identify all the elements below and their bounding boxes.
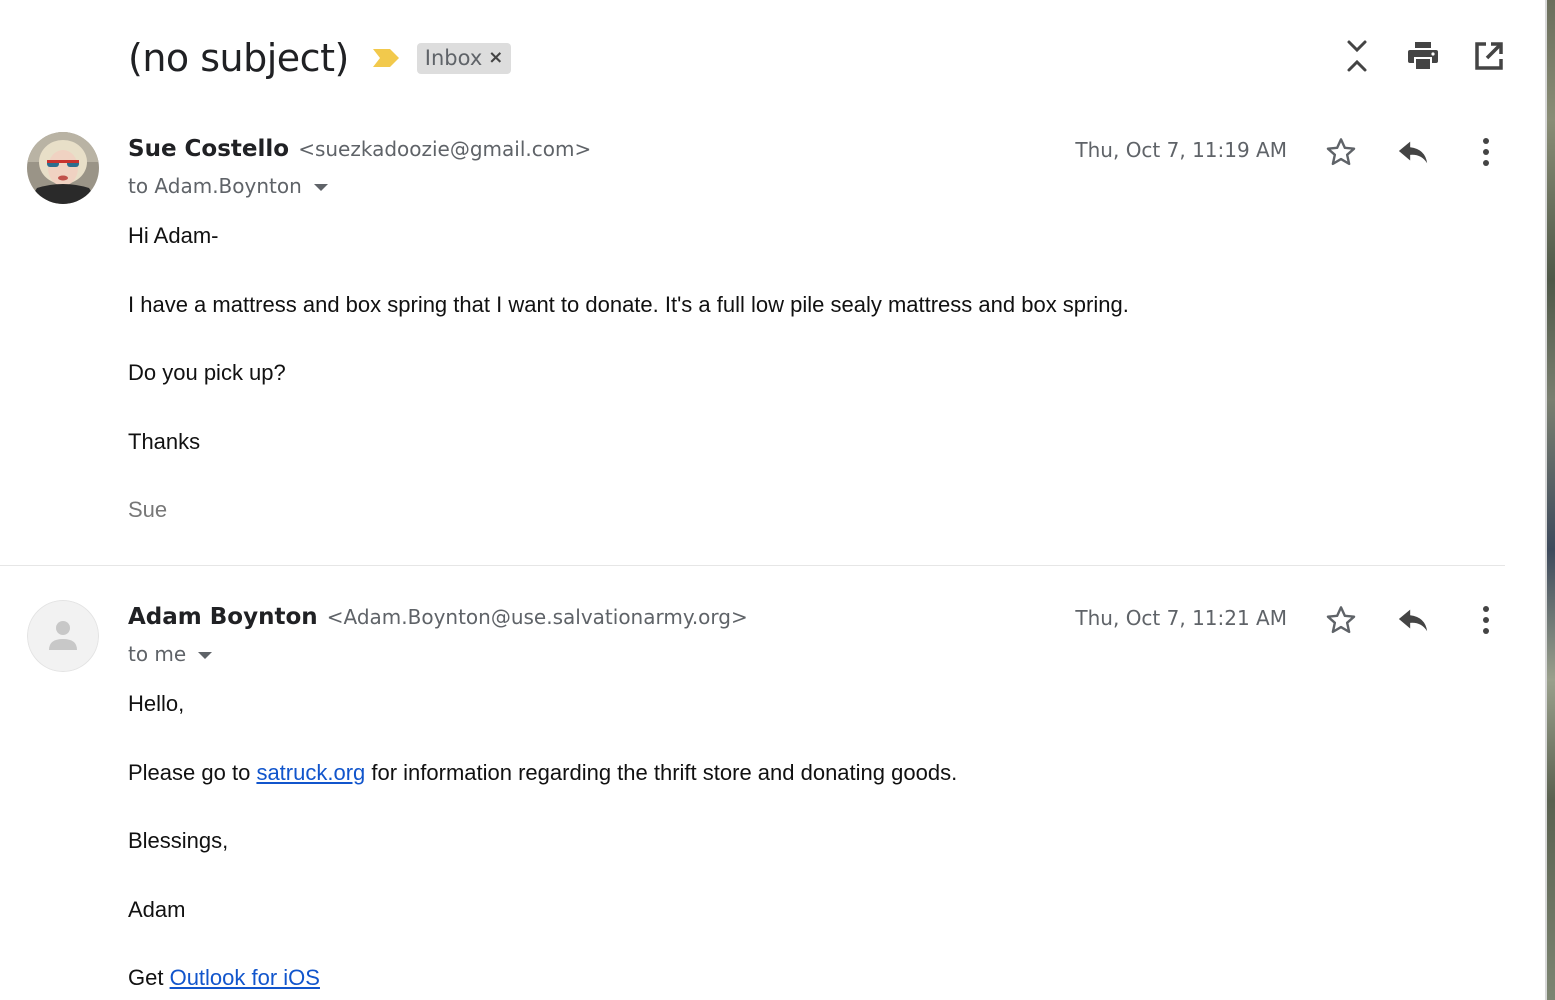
body-paragraph: Hello, — [128, 691, 185, 716]
body-paragraph: Do you pick up? — [128, 360, 286, 385]
sender-line: Adam Boynton <Adam.Boynton@use.salvation… — [128, 604, 748, 630]
body-text: Please go to — [128, 759, 257, 785]
message-timestamp: Thu, Oct 7, 11:21 AM — [1075, 606, 1287, 630]
message-actions — [1305, 602, 1505, 638]
sender-avatar[interactable] — [27, 600, 99, 672]
recipients-text: to Adam.Boynton — [128, 174, 302, 198]
reply-icon[interactable] — [1397, 134, 1429, 170]
recipients-toggle[interactable]: to Adam.Boynton — [128, 174, 328, 198]
chevron-down-icon — [198, 651, 213, 659]
more-options-icon[interactable] — [1470, 134, 1502, 170]
background-edge-strip — [1547, 0, 1555, 1000]
expand-collapse-icon[interactable] — [1341, 38, 1373, 74]
body-paragraph: Hi Adam- — [128, 223, 219, 248]
message-body: Hello, Please go to satruck.org for info… — [128, 690, 957, 1000]
message-actions — [1305, 134, 1505, 170]
message-timestamp: Thu, Oct 7, 11:19 AM — [1075, 138, 1287, 162]
sender-line: Sue Costello <suezkadoozie@gmail.com> — [128, 136, 591, 162]
importance-marker-icon[interactable] — [371, 45, 401, 71]
message-body: Hi Adam- I have a mattress and box sprin… — [128, 222, 1129, 565]
inbox-label-chip: Inbox × — [416, 42, 512, 74]
star-icon[interactable] — [1325, 134, 1357, 170]
body-paragraph: I have a mattress and box spring that I … — [128, 291, 1129, 317]
outlook-ios-link[interactable]: Outlook for iOS — [170, 965, 320, 990]
satruck-link[interactable]: satruck.org — [256, 760, 365, 785]
label-chip-text: Inbox — [424, 45, 483, 70]
more-options-icon[interactable] — [1470, 602, 1502, 638]
body-paragraph: Get Outlook for iOS — [128, 964, 957, 992]
body-paragraph: Blessings, — [128, 828, 229, 853]
sender-name[interactable]: Sue Costello — [128, 136, 289, 162]
recipients-toggle[interactable]: to me — [128, 642, 213, 666]
star-icon[interactable] — [1325, 602, 1357, 638]
body-text: for information regarding the thrift sto… — [365, 759, 958, 785]
remove-label-button[interactable]: × — [488, 47, 503, 68]
chevron-down-icon — [313, 183, 328, 191]
sender-name[interactable]: Adam Boynton — [128, 604, 318, 630]
reply-icon[interactable] — [1397, 602, 1429, 638]
sender-email: <Adam.Boynton@use.salvationarmy.org> — [326, 605, 748, 629]
signature: Sue — [128, 497, 168, 522]
sender-avatar[interactable] — [27, 132, 99, 204]
message-divider — [0, 565, 1505, 566]
open-in-new-window-icon[interactable] — [1473, 38, 1505, 74]
body-paragraph: Adam — [128, 896, 186, 922]
thread-header: (no subject) Inbox × — [128, 30, 512, 86]
thread-toolbar — [1341, 38, 1505, 74]
body-text: Get — [128, 965, 170, 990]
email-thread-view: (no subject) Inbox × Sue Costello <suezk… — [0, 0, 1555, 1000]
sender-email: <suezkadoozie@gmail.com> — [298, 137, 592, 161]
print-icon[interactable] — [1407, 38, 1439, 74]
thread-subject: (no subject) — [128, 36, 349, 80]
body-paragraph: Please go to satruck.org for information… — [128, 759, 957, 787]
body-paragraph: Thanks — [128, 428, 201, 454]
recipients-text: to me — [128, 642, 187, 666]
